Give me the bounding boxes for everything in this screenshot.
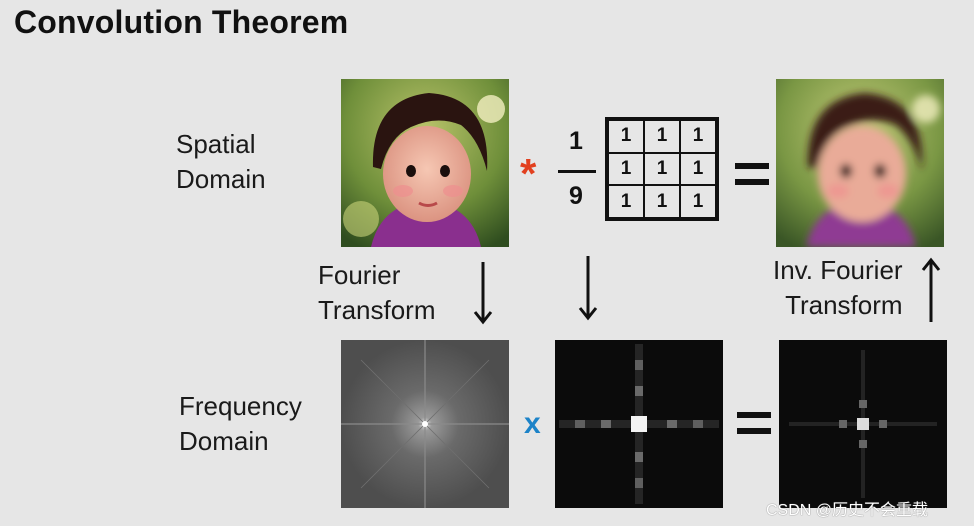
kernel-cell: 1 — [680, 120, 716, 153]
box-filter-kernel: 1 1 1 1 1 1 1 1 1 — [605, 117, 719, 221]
kernel-cell: 1 — [644, 185, 680, 218]
frequency-domain-label-line2: Domain — [179, 426, 269, 456]
fraction-bar — [558, 170, 596, 173]
equals-sign-icon — [735, 163, 769, 185]
frequency-domain-label: Frequency Domain — [179, 389, 302, 459]
fourier-transform-label: Fourier Transform — [318, 258, 436, 328]
fourier-transform-label-line2: Transform — [318, 295, 436, 325]
inverse-fourier-transform-label: Inv. Fourier Transform — [773, 253, 903, 323]
kernel-cell: 1 — [608, 185, 644, 218]
watermark: CSDN @历史不会重载 — [766, 502, 929, 519]
equals-sign-icon — [737, 412, 771, 434]
kernel-cell: 1 — [608, 152, 644, 186]
kernel-cell: 1 — [644, 120, 680, 153]
spatial-domain-label-line2: Domain — [176, 164, 266, 194]
blurred-photo — [776, 79, 944, 247]
original-photo — [341, 79, 509, 247]
inverse-fourier-transform-label-line2: Transform — [785, 290, 903, 320]
convolution-operator-icon: * — [520, 150, 537, 197]
kernel-cell: 1 — [680, 185, 716, 218]
arrow-down-icon — [578, 256, 598, 321]
kernel-spectrum-image — [555, 340, 723, 508]
kernel-cell: 1 — [608, 120, 644, 153]
fraction-numerator: 1 — [569, 127, 583, 155]
fourier-transform-label-line1: Fourier — [318, 260, 401, 290]
fraction-denominator: 9 — [569, 182, 583, 210]
inverse-fourier-transform-label-line1: Inv. Fourier — [773, 255, 903, 285]
kernel-cell: 1 — [644, 152, 680, 186]
filtered-spectrum-image — [779, 340, 947, 508]
kernel-cell: 1 — [680, 152, 716, 186]
arrow-down-icon — [473, 262, 493, 325]
spatial-domain-label-line1: Spatial — [176, 129, 256, 159]
original-spectrum-image — [341, 340, 509, 508]
multiplication-operator-icon: x — [524, 407, 541, 440]
spatial-domain-label: Spatial Domain — [176, 127, 266, 197]
arrow-up-icon — [921, 257, 941, 322]
page-title: Convolution Theorem — [14, 4, 349, 40]
frequency-domain-label-line1: Frequency — [179, 391, 302, 421]
